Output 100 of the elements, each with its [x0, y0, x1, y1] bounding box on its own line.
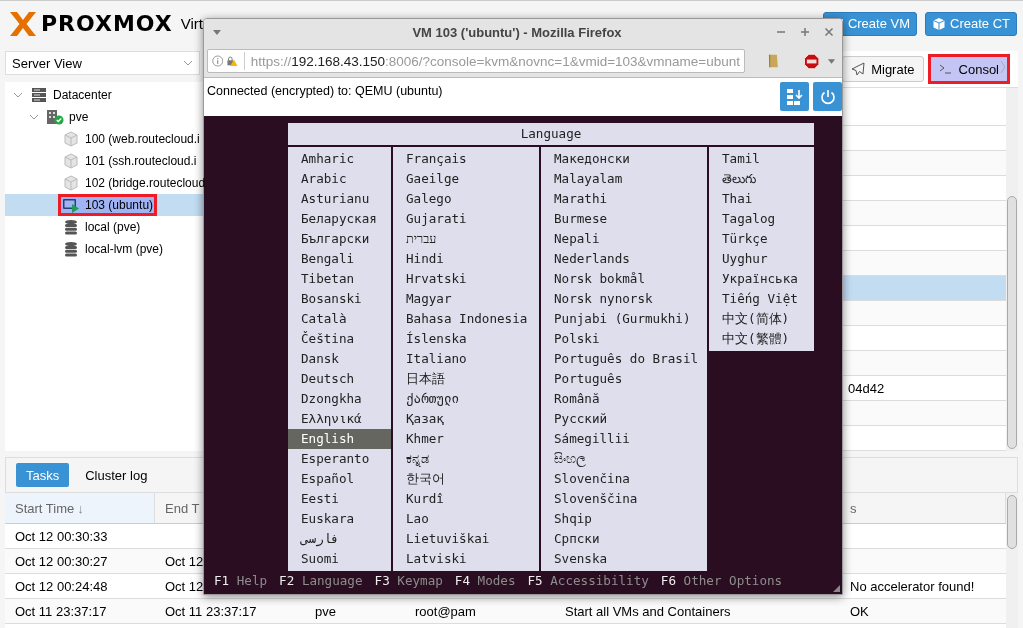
language-option[interactable]: සිංහල	[541, 449, 707, 469]
language-option[interactable]: Esperanto	[288, 449, 391, 469]
language-option[interactable]: Gujarati	[393, 209, 539, 229]
extra-keys-button[interactable]	[780, 82, 809, 111]
info-icon[interactable]	[212, 53, 224, 69]
lock-warning-icon[interactable]	[226, 53, 238, 69]
language-option[interactable]: Norsk nynorsk	[541, 289, 707, 309]
language-option[interactable]: Català	[288, 309, 391, 329]
tree-item[interactable]: 100 (web.routecloud.i	[5, 128, 205, 150]
function-key-hint[interactable]: F4 Modes	[454, 573, 516, 588]
language-option[interactable]: Shqip	[541, 509, 707, 529]
language-option[interactable]: Hrvatski	[393, 269, 539, 289]
language-option[interactable]: 中文(繁體)	[709, 329, 814, 349]
language-option[interactable]: Hindi	[393, 249, 539, 269]
function-key-hint[interactable]: F6 Other Options	[660, 573, 783, 588]
language-option[interactable]: Español	[288, 469, 391, 489]
language-option[interactable]: فارسی	[288, 529, 391, 549]
language-option[interactable]: עברית	[393, 229, 539, 249]
language-option[interactable]: Ελληνικά	[288, 409, 391, 429]
column-header[interactable]: Start Time ↓	[5, 493, 155, 523]
language-option[interactable]: Nepali	[541, 229, 707, 249]
language-option[interactable]: Lao	[393, 509, 539, 529]
language-option[interactable]: Dansk	[288, 349, 391, 369]
close-icon[interactable]	[824, 27, 834, 37]
language-option[interactable]: Português do Brasil	[541, 349, 707, 369]
language-option[interactable]: 日本語	[393, 369, 539, 389]
language-option[interactable]: Беларуская	[288, 209, 391, 229]
language-option[interactable]: Italiano	[393, 349, 539, 369]
caret-down-icon[interactable]	[212, 27, 222, 37]
view-select[interactable]: Server View	[5, 51, 200, 75]
language-option[interactable]: Marathi	[541, 189, 707, 209]
language-option[interactable]: 中文(简体)	[709, 309, 814, 329]
language-option[interactable]: Polski	[541, 329, 707, 349]
language-option[interactable]: Română	[541, 389, 707, 409]
console-button[interactable]: Consol	[929, 56, 1008, 82]
tree-item[interactable]: 101 (ssh.routecloud.i	[5, 150, 205, 172]
language-option[interactable]: Slovenščina	[541, 489, 707, 509]
tree-item[interactable]: Datacenter	[5, 84, 205, 106]
language-option[interactable]: Punjabi (Gurmukhi)	[541, 309, 707, 329]
power-button[interactable]	[813, 82, 842, 111]
language-option[interactable]: Norsk bokmål	[541, 269, 707, 289]
language-option[interactable]: Gaeilge	[393, 169, 539, 189]
tab[interactable]: Cluster log	[75, 463, 158, 487]
language-option[interactable]: Arabic	[288, 169, 391, 189]
language-option[interactable]: Tamil	[709, 149, 814, 169]
migrate-button[interactable]: Migrate	[842, 56, 924, 82]
tree-item[interactable]: local-lvm (pve)	[5, 238, 205, 260]
language-option[interactable]: Galego	[393, 189, 539, 209]
language-option[interactable]: Lietuviškai	[393, 529, 539, 549]
resize-grip-icon[interactable]	[833, 585, 840, 592]
language-option[interactable]: Français	[393, 149, 539, 169]
language-option[interactable]: Türkçe	[709, 229, 814, 249]
stop-sign-icon[interactable]	[803, 52, 819, 70]
language-option[interactable]: Русский	[541, 409, 707, 429]
language-option[interactable]: Български	[288, 229, 391, 249]
language-option[interactable]: Sámegillii	[541, 429, 707, 449]
language-option[interactable]: Latviski	[393, 549, 539, 569]
chevron-down-icon[interactable]	[29, 112, 39, 122]
language-option[interactable]: 한국어	[393, 469, 539, 489]
language-option[interactable]: Српски	[541, 529, 707, 549]
language-option[interactable]: Amharic	[288, 149, 391, 169]
caret-down-icon[interactable]	[827, 56, 836, 66]
scrollbar[interactable]	[1006, 493, 1018, 628]
language-option[interactable]: Deutsch	[288, 369, 391, 389]
language-option[interactable]: Português	[541, 369, 707, 389]
language-option[interactable]: Nederlands	[541, 249, 707, 269]
tree-item[interactable]: 103 (ubuntu)	[5, 194, 205, 216]
language-option[interactable]: ქართული	[393, 389, 539, 409]
language-option[interactable]: Burmese	[541, 209, 707, 229]
language-option[interactable]: Dzongkha	[288, 389, 391, 409]
language-option[interactable]: తెలుగు	[709, 169, 814, 189]
language-option[interactable]: Thai	[709, 189, 814, 209]
language-option[interactable]: Tagalog	[709, 209, 814, 229]
language-option[interactable]: Tibetan	[288, 269, 391, 289]
language-option[interactable]: Svenska	[541, 549, 707, 569]
language-option[interactable]: Қазақ	[393, 409, 539, 429]
maximize-icon[interactable]	[800, 27, 810, 37]
language-option[interactable]: Malayalam	[541, 169, 707, 189]
tree-item[interactable]: pve	[5, 106, 205, 128]
language-option[interactable]: Українська	[709, 269, 814, 289]
url-field[interactable]: https://192.168.43.150:8006/?console=kvm&novnc=1&vmid=103&vmname=ubunt	[207, 49, 745, 73]
language-option[interactable]: Uyghur	[709, 249, 814, 269]
tree-item[interactable]: local (pve)	[5, 216, 205, 238]
language-option[interactable]: Čeština	[288, 329, 391, 349]
language-option[interactable]: Magyar	[393, 289, 539, 309]
function-key-hint[interactable]: F3 Keymap	[374, 573, 443, 588]
language-option[interactable]: Bahasa Indonesia	[393, 309, 539, 329]
language-option[interactable]: Slovenčina	[541, 469, 707, 489]
language-option[interactable]: Bengali	[288, 249, 391, 269]
scrollbar[interactable]	[1006, 88, 1018, 451]
chevron-down-icon[interactable]	[13, 90, 23, 100]
function-key-hint[interactable]: F5 Accessibility	[527, 573, 649, 588]
book-icon[interactable]	[767, 53, 780, 69]
language-option[interactable]: Asturianu	[288, 189, 391, 209]
language-option[interactable]: Tiếng Việt	[709, 289, 814, 309]
language-option[interactable]: Македонски	[541, 149, 707, 169]
language-option[interactable]: Khmer	[393, 429, 539, 449]
function-key-hint[interactable]: F1 Help	[214, 573, 268, 588]
language-option[interactable]: Suomi	[288, 549, 391, 569]
language-option[interactable]: Eesti	[288, 489, 391, 509]
